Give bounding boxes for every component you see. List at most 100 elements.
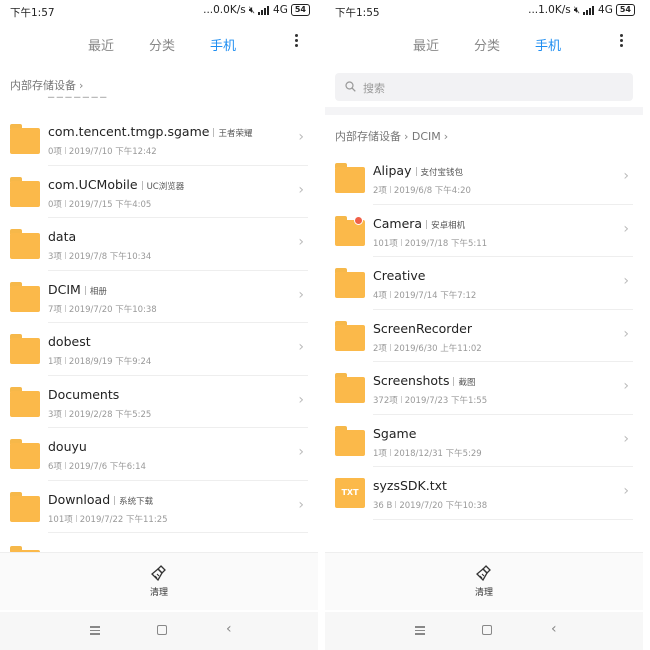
more-vertical-icon[interactable]	[615, 32, 627, 52]
item-name: com.tencent.tmgp.sgame	[48, 124, 210, 139]
item-name: data	[48, 229, 77, 244]
chevron-right-icon: ›	[623, 430, 629, 447]
divider	[318, 0, 325, 650]
clean-button-label[interactable]: 清理	[0, 585, 318, 598]
item-date: 2019/7/23 下午1:55	[404, 396, 488, 406]
item-alias: 截图	[458, 378, 476, 388]
item-name: Download	[48, 491, 111, 507]
battery-icon: 54	[615, 4, 635, 16]
list-item[interactable]: douyu 6项 2019/7/6 下午6:14 ›	[0, 428, 318, 481]
item-date: 2018/9/19 下午9:24	[68, 357, 152, 367]
chevron-right-icon: ›	[298, 234, 304, 250]
list-item[interactable]: Alipay 支付宝钱包 2项 2019/6/8 下午4:20 ›	[325, 152, 643, 205]
folder-icon	[10, 281, 40, 312]
item-count: 4项	[373, 291, 387, 301]
list-item[interactable]: Documents 3项 2019/2/28 下午5:25 ›	[0, 376, 318, 428]
status-time: 下午1:55	[335, 7, 380, 19]
clean-button-label[interactable]: 清理	[325, 585, 643, 598]
home-icon[interactable]	[157, 625, 167, 635]
search-placeholder: 搜索	[363, 82, 385, 95]
item-count: 101项	[373, 238, 398, 249]
chevron-right-icon: ›	[298, 444, 304, 460]
more-vertical-icon[interactable]	[290, 32, 302, 52]
broom-icon[interactable]	[151, 565, 167, 581]
item-name: Documents	[48, 386, 120, 402]
chevron-right-icon: ›	[404, 130, 409, 143]
chevron-right-icon: ›	[623, 483, 629, 499]
item-name: Alipay	[373, 163, 412, 178]
chevron-right-icon: ›	[298, 286, 304, 303]
folder-icon	[10, 439, 40, 469]
list-item[interactable]: Sgame 1项 2018/12/31 下午5:29 ›	[325, 415, 643, 467]
home-icon[interactable]	[482, 625, 492, 635]
mute-icon: 🔇︎	[248, 4, 256, 16]
broom-icon[interactable]	[476, 565, 492, 581]
item-date: 2019/7/15 下午4:05	[68, 199, 152, 210]
item-alias: UC浏览器	[146, 181, 185, 192]
item-alias: 支付宝钱包	[420, 168, 464, 178]
list-item[interactable]: DCIM 相册 7项 2019/7/20 下午10:38 ›	[0, 271, 318, 323]
item-name: DCIM	[48, 281, 81, 297]
txt-file-icon: TXT	[335, 478, 365, 508]
status-time: 下午1:57	[10, 7, 55, 19]
signal-icon	[258, 5, 270, 15]
item-date: 2019/7/22 下午11:25	[79, 514, 168, 525]
breadcrumb[interactable]: 内部存储设备 ›	[10, 77, 83, 93]
chevron-right-icon: ›	[79, 79, 84, 92]
tab-bar: 最近 分类 手机	[325, 28, 643, 60]
item-alias: 王者荣耀	[218, 129, 253, 139]
list-item[interactable]: com.UCMobile UC浏览器 0项 2019/7/15 下午4:05 ›	[0, 166, 318, 218]
list-item[interactable]: Creative 4项 2019/7/14 下午7:12 ›	[325, 257, 643, 310]
item-count: 372项	[373, 396, 398, 406]
item-name: douyu	[48, 439, 87, 454]
folder-icon	[335, 373, 365, 403]
chevron-right-icon: ›	[298, 496, 304, 513]
item-name: Screenshots	[373, 373, 450, 388]
folder-icon	[335, 163, 365, 193]
breadcrumb-item[interactable]: 内部存储设备	[335, 130, 401, 143]
menu-icon[interactable]	[90, 626, 100, 635]
item-count: 7项	[48, 304, 62, 315]
item-count: 2项	[373, 343, 387, 354]
breadcrumb[interactable]: 内部存储设备 › DCIM ›	[335, 128, 448, 144]
chevron-right-icon: ›	[623, 325, 629, 342]
chevron-right-icon: ›	[298, 181, 304, 198]
item-date: 2019/7/18 下午5:11	[404, 238, 488, 249]
folder-icon	[10, 229, 40, 259]
tab-phone[interactable]: 手机	[210, 35, 236, 54]
list-item[interactable]: Screenshots 截图 372项 2019/7/23 下午1:55 ›	[325, 362, 643, 415]
network-speed: ...1.0K/s	[528, 4, 571, 16]
item-count: 3项	[48, 252, 62, 262]
tab-recent[interactable]: 最近	[413, 35, 439, 54]
item-name: Creative	[373, 268, 426, 283]
search-input[interactable]: 搜索	[335, 73, 633, 101]
item-count: 0项	[48, 147, 62, 157]
item-alias: 系统下载	[119, 496, 154, 507]
breadcrumb-item[interactable]: 内部存储设备	[10, 79, 76, 92]
tab-category[interactable]: 分类	[474, 35, 500, 54]
list-item[interactable]: Camera 安卓相机 101项 2019/7/18 下午5:11 ›	[325, 205, 643, 257]
right-screen: 下午1:55 ...1.0K/s 🔇︎ 4G 54 最近 分类 手机 搜索 内部…	[325, 0, 643, 650]
list-item[interactable]: ScreenRecorder 2项 2019/6/30 上午11:02 ›	[325, 310, 643, 362]
folder-icon	[10, 491, 40, 522]
list-item[interactable]: TXT syzsSDK.txt 36 B 2019/7/20 下午10:38 ›	[325, 467, 643, 520]
list-item-partial	[0, 540, 318, 552]
list-item[interactable]: com.tencent.tmgp.sgame 王者荣耀 0项 2019/7/10 下午…	[0, 113, 318, 166]
breadcrumb-item[interactable]: DCIM	[412, 130, 441, 143]
chevron-right-icon: ›	[623, 378, 629, 394]
folder-icon	[10, 124, 40, 154]
tab-phone[interactable]: 手机	[535, 35, 561, 54]
item-alias: 安卓相机	[431, 220, 466, 231]
tab-category[interactable]: 分类	[149, 35, 175, 54]
item-name: ScreenRecorder	[373, 320, 472, 336]
list-item[interactable]: Download 系统下载 101项 2019/7/22 下午11:25 ›	[0, 481, 318, 533]
menu-icon[interactable]	[415, 626, 425, 635]
left-screen: 下午1:57 ...0.0K/s 🔇︎ 4G 54 最近 分类 手机 内部存储设…	[0, 0, 318, 650]
list-item[interactable]: dobest 1项 2018/9/19 下午9:24 ›	[0, 323, 318, 376]
chevron-right-icon: ›	[443, 130, 449, 143]
tab-recent[interactable]: 最近	[88, 35, 114, 54]
item-name: syzsSDK.txt	[373, 478, 447, 493]
list-item[interactable]: data 3项 2019/7/8 下午10:34 ›	[0, 218, 318, 271]
back-icon[interactable]: ‹	[551, 621, 557, 637]
back-icon[interactable]: ‹	[226, 621, 232, 637]
